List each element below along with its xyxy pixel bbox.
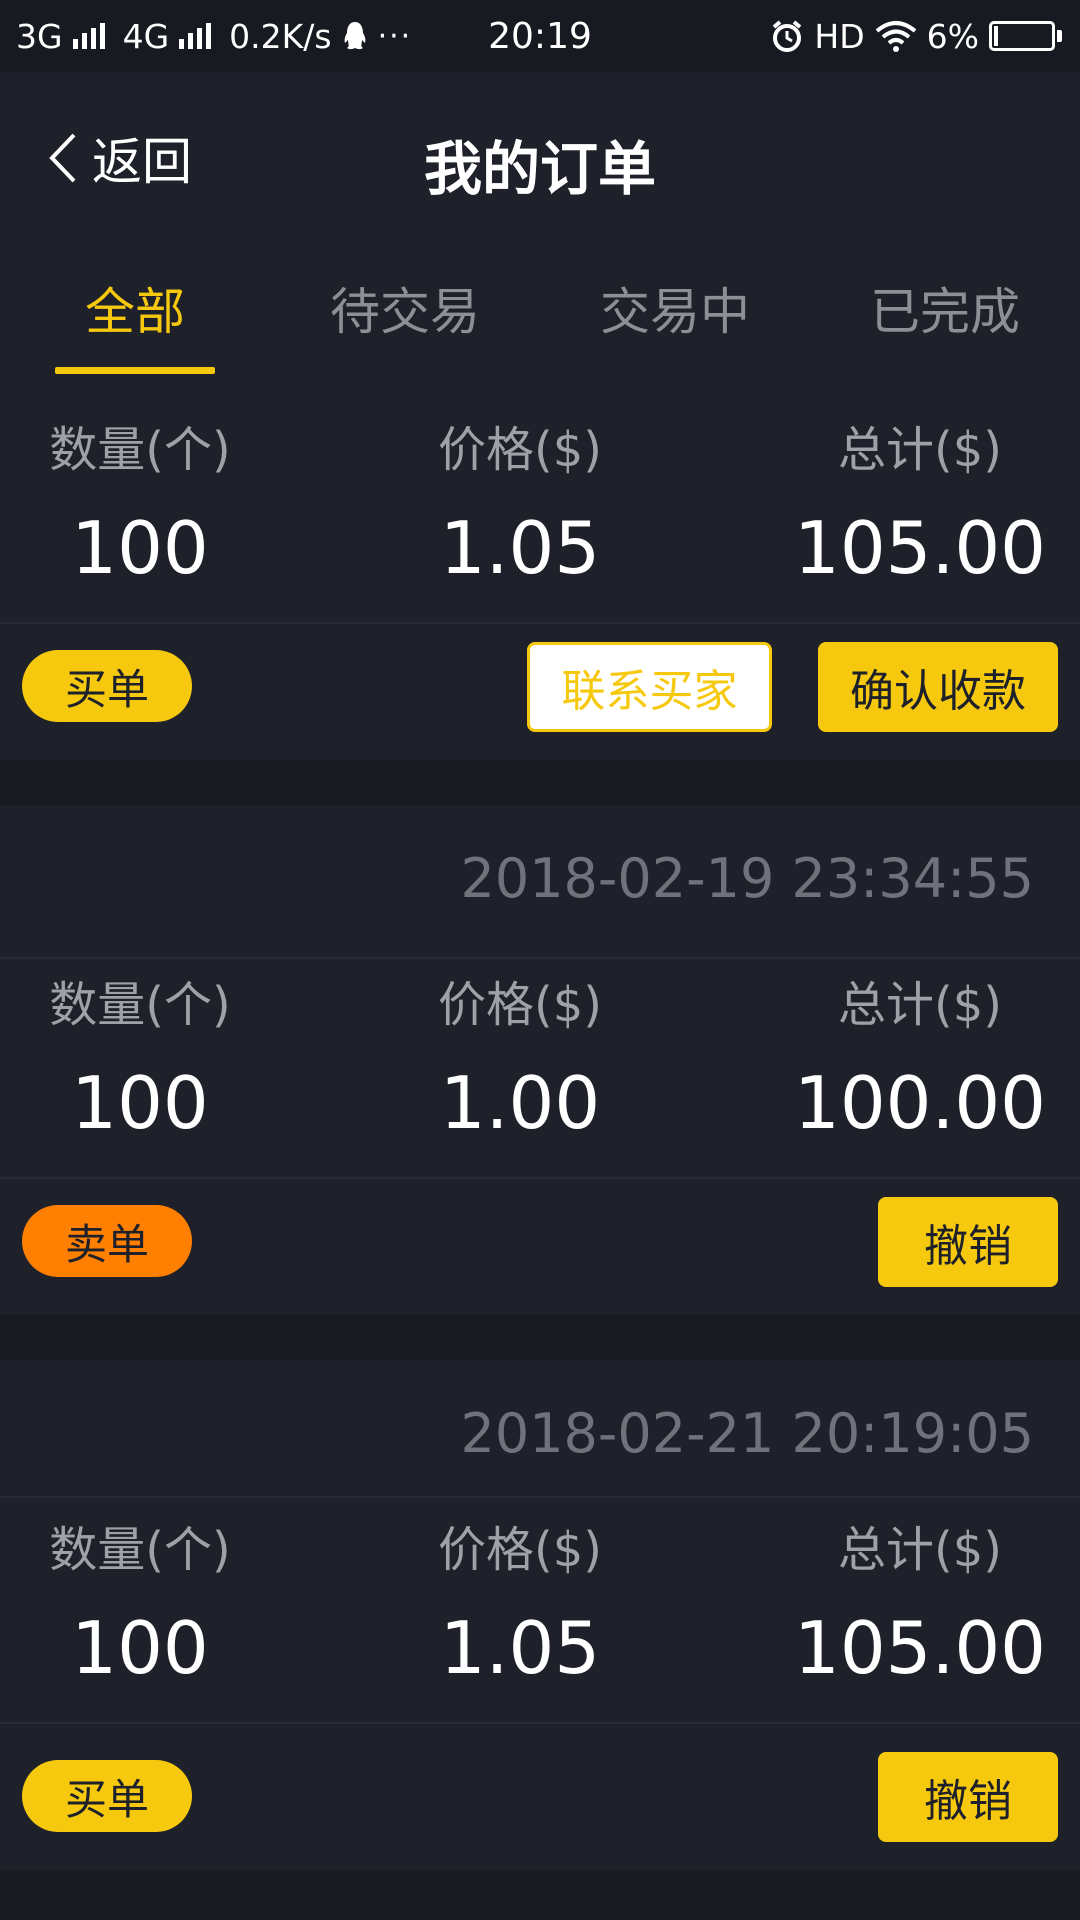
total-label: 总计($) bbox=[838, 1522, 1002, 1578]
network-3g-label: 3G bbox=[16, 16, 63, 56]
order-card: 2018-02-19 23:34:55 数量(个) 价格($) 总计($) 10… bbox=[0, 805, 1080, 1315]
total-value: 105.00 bbox=[794, 506, 1046, 590]
order-status-tabs: 全部 待交易 交易中 已完成 bbox=[0, 250, 1080, 374]
active-tab-indicator bbox=[55, 367, 215, 374]
quantity-value: 100 bbox=[71, 1606, 209, 1690]
total-value: 105.00 bbox=[794, 1606, 1046, 1690]
total-value: 100.00 bbox=[794, 1061, 1046, 1145]
confirm-payment-button[interactable]: 确认收款 bbox=[818, 642, 1058, 732]
quantity-label: 数量(个) bbox=[49, 1522, 231, 1578]
order-type-badge: 卖单 bbox=[22, 1205, 192, 1277]
tab-pending[interactable]: 待交易 bbox=[270, 272, 540, 342]
total-label: 总计($) bbox=[838, 422, 1002, 478]
tab-completed[interactable]: 已完成 bbox=[810, 272, 1080, 342]
order-card: 2018-02-21 20:19:05 数量(个) 价格($) 总计($) 10… bbox=[0, 1360, 1080, 1870]
contact-buyer-button[interactable]: 联系买家 bbox=[527, 642, 772, 732]
divider bbox=[0, 957, 1080, 959]
price-label: 价格($) bbox=[438, 1522, 602, 1578]
quantity-label: 数量(个) bbox=[49, 977, 231, 1033]
divider bbox=[0, 622, 1080, 624]
price-value: 1.00 bbox=[439, 1061, 601, 1145]
qq-icon bbox=[344, 22, 365, 50]
divider bbox=[0, 1496, 1080, 1498]
hd-label: HD bbox=[814, 16, 865, 56]
more-notifications-icon: ··· bbox=[377, 18, 413, 54]
quantity-value: 100 bbox=[71, 1061, 209, 1145]
network-4g-label: 4G bbox=[122, 16, 170, 56]
nav-bar: 返回 我的订单 bbox=[0, 72, 1080, 250]
order-timestamp: 2018-02-19 23:34:55 bbox=[460, 847, 1034, 910]
quantity-label: 数量(个) bbox=[49, 422, 231, 478]
total-label: 总计($) bbox=[838, 977, 1002, 1033]
alarm-icon bbox=[773, 20, 802, 52]
status-bar: 3G 4G 0.2K/s ··· 20:19 HD 6% bbox=[0, 0, 1080, 72]
battery-percent: 6% bbox=[926, 16, 979, 56]
tab-in-progress[interactable]: 交易中 bbox=[540, 272, 810, 342]
cancel-order-button[interactable]: 撤销 bbox=[878, 1752, 1058, 1842]
order-type-badge: 买单 bbox=[22, 1760, 192, 1832]
wifi-icon bbox=[875, 21, 916, 52]
divider bbox=[0, 1177, 1080, 1179]
price-value: 1.05 bbox=[439, 506, 601, 590]
order-timestamp: 2018-02-21 20:19:05 bbox=[460, 1402, 1034, 1465]
status-right: HD 6% bbox=[770, 0, 1062, 72]
status-left: 3G 4G 0.2K/s ··· bbox=[16, 0, 412, 72]
tab-all[interactable]: 全部 bbox=[0, 272, 270, 342]
battery-icon bbox=[989, 21, 1062, 51]
price-value: 1.05 bbox=[439, 1606, 601, 1690]
price-label: 价格($) bbox=[438, 422, 602, 478]
order-type-badge: 买单 bbox=[22, 650, 192, 722]
cancel-order-button[interactable]: 撤销 bbox=[878, 1197, 1058, 1287]
network-speed: 0.2K/s bbox=[229, 16, 332, 56]
signal-icon bbox=[179, 23, 212, 49]
order-card: 数量(个) 价格($) 总计($) 100 1.05 105.00 买单 联系买… bbox=[0, 374, 1080, 760]
quantity-value: 100 bbox=[71, 506, 209, 590]
price-label: 价格($) bbox=[438, 977, 602, 1033]
page-title: 我的订单 bbox=[423, 135, 656, 203]
signal-icon bbox=[72, 23, 105, 49]
divider bbox=[0, 1722, 1080, 1724]
